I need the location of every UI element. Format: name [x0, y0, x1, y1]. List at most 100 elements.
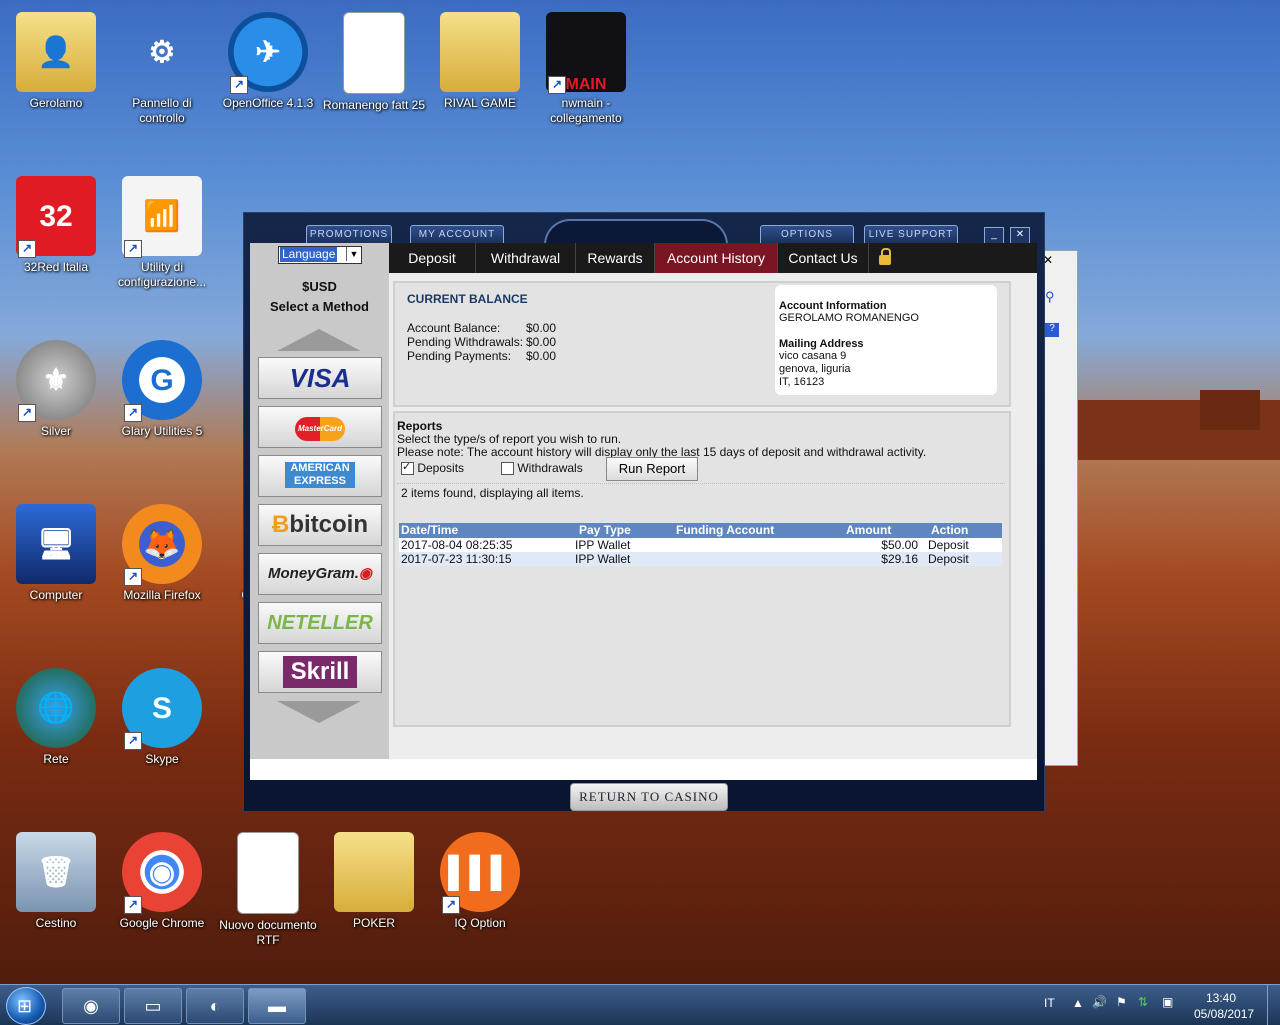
taskbar-glary[interactable]: ◐	[186, 988, 244, 1024]
payment-sidebar: Language ▼ $USD Select a Method VISA Mas…	[250, 243, 389, 759]
mailing-address-title: Mailing Address	[779, 338, 864, 350]
mastercard-button[interactable]: MasterCard	[258, 406, 382, 448]
desktop-icon[interactable]: Romanengo fatt 25	[322, 6, 426, 113]
language-select[interactable]: Language ▼	[278, 246, 362, 264]
desktop-icon[interactable]: 🦊 ↗ Mozilla Firefox	[110, 498, 214, 603]
desktop-icon-glyph: 🌐	[37, 691, 75, 725]
tab-account-history[interactable]: Account History	[655, 243, 778, 273]
tab-contact-us[interactable]: Contact Us	[778, 243, 869, 273]
withdrawals-checkbox[interactable]	[501, 462, 514, 476]
language-indicator[interactable]: IT	[1044, 996, 1055, 1010]
shortcut-arrow-icon: ↗	[548, 76, 566, 94]
desktop-icon[interactable]: ▌▌▌ ↗ IQ Option	[428, 826, 532, 931]
pending-payments-value: $0.00	[526, 349, 557, 363]
window-title-bar[interactable]: PROMOTIONS MY ACCOUNT OPTIONS LIVE SUPPO…	[244, 213, 1044, 245]
start-button[interactable]: ⊞	[6, 987, 46, 1025]
desktop-icon-glyph: 🖥	[36, 527, 76, 561]
desktop-icon-label: Mozilla Firefox	[123, 588, 201, 602]
clock-date[interactable]: 05/08/2017	[1194, 1007, 1254, 1021]
desktop-icon[interactable]: ✈ ↗ OpenOffice 4.1.3	[216, 6, 320, 111]
row-action: Deposit	[928, 538, 969, 552]
desktop-icon[interactable]: Nuovo documento RTF	[216, 826, 320, 948]
desktop-icon[interactable]: 📶 ↗ Utility di configurazione...	[110, 170, 214, 290]
rock-formation	[1200, 390, 1260, 430]
col-action: Action	[931, 523, 969, 537]
desktop-icon-label: nwmain - collegamento	[550, 96, 622, 125]
account-info-title: Account Information	[779, 300, 887, 312]
tab-rewards[interactable]: Rewards	[576, 243, 655, 273]
system-tray: IT ▲ 🔊 ⚑ ⇅ ▣ 13:40 05/08/2017	[1040, 985, 1280, 1025]
deposits-checkbox-row[interactable]: Deposits	[401, 460, 464, 476]
currency-label: $USD	[302, 279, 337, 294]
shortcut-arrow-icon: ↗	[18, 404, 36, 422]
taskbar-casino[interactable]: ▬	[248, 988, 306, 1024]
scroll-up-arrow-icon[interactable]	[277, 329, 361, 351]
cashier-nav: Deposit Withdrawal Rewards Account Histo…	[389, 243, 1037, 273]
casino-logo-arc	[544, 219, 728, 245]
bitcoin-label: bitcoin	[289, 511, 368, 538]
run-report-button[interactable]: Run Report	[606, 457, 698, 481]
skrill-button[interactable]: Skrill	[258, 651, 382, 693]
my-account-tab[interactable]: MY ACCOUNT	[410, 225, 504, 245]
desktop-icon[interactable]: S ↗ Skype	[110, 662, 214, 767]
amex-button[interactable]: AMERICAN EXPRESS	[258, 455, 382, 497]
shortcut-arrow-icon: ↗	[124, 240, 142, 258]
taskbar-chrome[interactable]: ◉	[62, 988, 120, 1024]
col-funding-account: Funding Account	[676, 523, 775, 537]
desktop-icon[interactable]: POKER	[322, 826, 426, 931]
moneygram-globe-icon: ◉	[358, 565, 372, 582]
reports-instructions: Select the type/s of report you wish to …	[397, 432, 622, 446]
desktop-icon[interactable]: ⚜ ↗ Silver	[4, 334, 108, 439]
language-label: Language	[280, 247, 338, 262]
visa-button[interactable]: VISA	[258, 357, 382, 399]
scroll-down-arrow-icon[interactable]	[277, 701, 361, 723]
pending-withdrawals-value: $0.00	[526, 335, 557, 349]
deposits-checkbox[interactable]	[401, 460, 414, 476]
desktop-icon[interactable]: RIVAL GAME	[428, 6, 532, 111]
desktop-icon[interactable]: ⚙ Pannello di controllo	[110, 6, 214, 126]
taskbar-explorer[interactable]: ▭	[124, 988, 182, 1024]
flag-icon[interactable]: ⚑	[1116, 995, 1127, 1009]
bitcoin-button[interactable]: Ƀbitcoin	[258, 504, 382, 546]
withdrawals-checkbox-row[interactable]: Withdrawals	[501, 461, 583, 476]
return-to-casino-button[interactable]: RETURN TO CASINO	[570, 783, 728, 811]
shortcut-arrow-icon: ↗	[124, 404, 142, 422]
neteller-button[interactable]: NETELLER	[258, 602, 382, 644]
show-hidden-icons-icon[interactable]: ▲	[1072, 996, 1084, 1010]
moneygram-button[interactable]: MoneyGram.◉	[258, 553, 382, 595]
promotions-tab[interactable]: PROMOTIONS	[306, 225, 392, 245]
address-line-3: IT, 16123	[779, 376, 825, 388]
desktop-icon-image: 🌐	[16, 668, 96, 748]
lock-icon	[879, 248, 891, 265]
history-table-header: Date/Time Pay Type Funding Account Amoun…	[399, 523, 1002, 538]
sync-icon[interactable]: ⇅	[1138, 995, 1148, 1009]
desktop-icon[interactable]: 🌐 Rete	[4, 662, 108, 767]
options-tab[interactable]: OPTIONS	[760, 225, 854, 245]
desktop-icon-label: Pannello di controllo	[132, 96, 192, 125]
address-line-1: vico casana 9	[779, 350, 847, 362]
network-icon[interactable]: ▣	[1162, 995, 1173, 1009]
desktop-icon-image	[440, 12, 520, 92]
help-icon[interactable]: ?	[1045, 323, 1059, 337]
volume-icon[interactable]: 🔊	[1092, 995, 1107, 1009]
account-balance-label: Account Balance:	[407, 321, 501, 335]
desktop-icon[interactable]: 🗑 Cestino	[4, 826, 108, 931]
desktop-icon-image: ▌▌▌ ↗	[440, 832, 520, 914]
desktop-icon[interactable]: G ↗ Glary Utilities 5	[110, 334, 214, 439]
live-support-tab[interactable]: LIVE SUPPORT	[864, 225, 958, 245]
chevron-down-icon[interactable]: ▼	[346, 247, 361, 261]
desktop-icon-glyph	[238, 833, 298, 913]
tab-deposit[interactable]: Deposit	[389, 243, 476, 273]
desktop-icon[interactable]: 👤 Gerolamo	[4, 6, 108, 111]
row-datetime: 2017-08-04 08:25:35	[401, 538, 513, 552]
clock-time[interactable]: 13:40	[1206, 991, 1236, 1005]
pending-payments-label: Pending Payments:	[407, 349, 512, 363]
tab-withdrawal[interactable]: Withdrawal	[476, 243, 576, 273]
desktop-icon[interactable]: MAIN ↗ nwmain - collegamento	[534, 6, 638, 126]
desktop-icon[interactable]: 32 ↗ 32Red Italia	[4, 170, 108, 275]
desktop-icon[interactable]: 🖥 Computer	[4, 498, 108, 603]
search-icon[interactable]: ⚲	[1045, 289, 1055, 305]
show-desktop-button[interactable]	[1267, 985, 1280, 1025]
desktop-icon-image: ◉ ↗	[122, 832, 202, 914]
desktop-icon[interactable]: ◉ ↗ Google Chrome	[110, 826, 214, 931]
